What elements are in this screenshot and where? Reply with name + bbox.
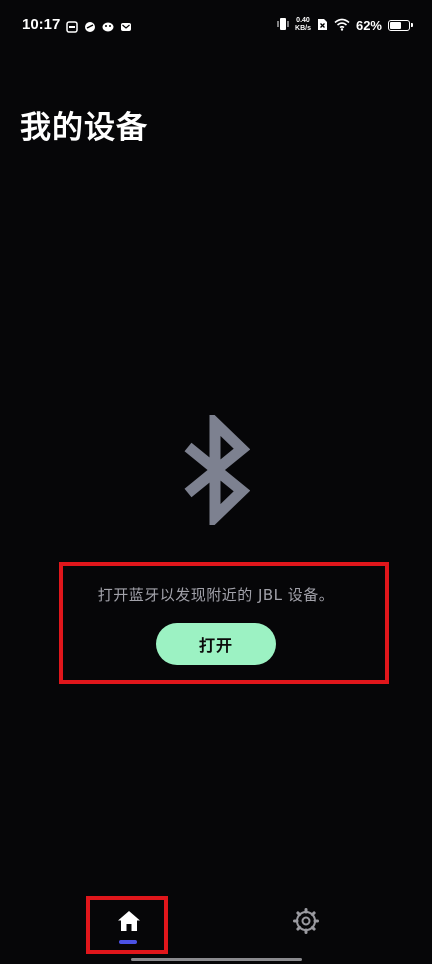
sim-blocked-icon [317, 16, 328, 35]
bluetooth-icon [184, 415, 250, 525]
net-speed-unit: KB/s [295, 25, 311, 32]
gear-icon[interactable] [293, 908, 319, 934]
active-tab-indicator [119, 940, 137, 944]
app-notification-icon [84, 18, 96, 32]
card-notification-icon [66, 18, 78, 33]
bluetooth-message: 打开蓝牙以发现附近的 JBL 设备。 [97, 586, 335, 604]
wifi-icon [334, 16, 350, 35]
status-right: 0.40 KB/s 62% [277, 15, 413, 35]
home-icon [118, 911, 140, 931]
net-speed: 0.40 KB/s [295, 17, 311, 33]
battery-level-fill [390, 21, 401, 29]
page-title: 我的设备 [20, 110, 148, 146]
battery-percent: 62% [355, 17, 382, 33]
nav-home-tab[interactable] [86, 896, 168, 954]
battery-icon [388, 19, 413, 31]
gesture-bar[interactable] [131, 958, 302, 961]
vibrate-icon [277, 16, 289, 35]
mail-notification-icon [120, 18, 132, 31]
open-bluetooth-button[interactable]: 打开 [156, 623, 276, 665]
bottom-nav [0, 884, 432, 964]
smile-notification-icon [102, 18, 114, 32]
status-bar: 10:17 0.40 KB/s 62% [0, 0, 432, 52]
notification-icons [66, 18, 132, 33]
net-speed-value: 0.40 [296, 17, 310, 24]
status-time: 10:17 [22, 16, 61, 33]
